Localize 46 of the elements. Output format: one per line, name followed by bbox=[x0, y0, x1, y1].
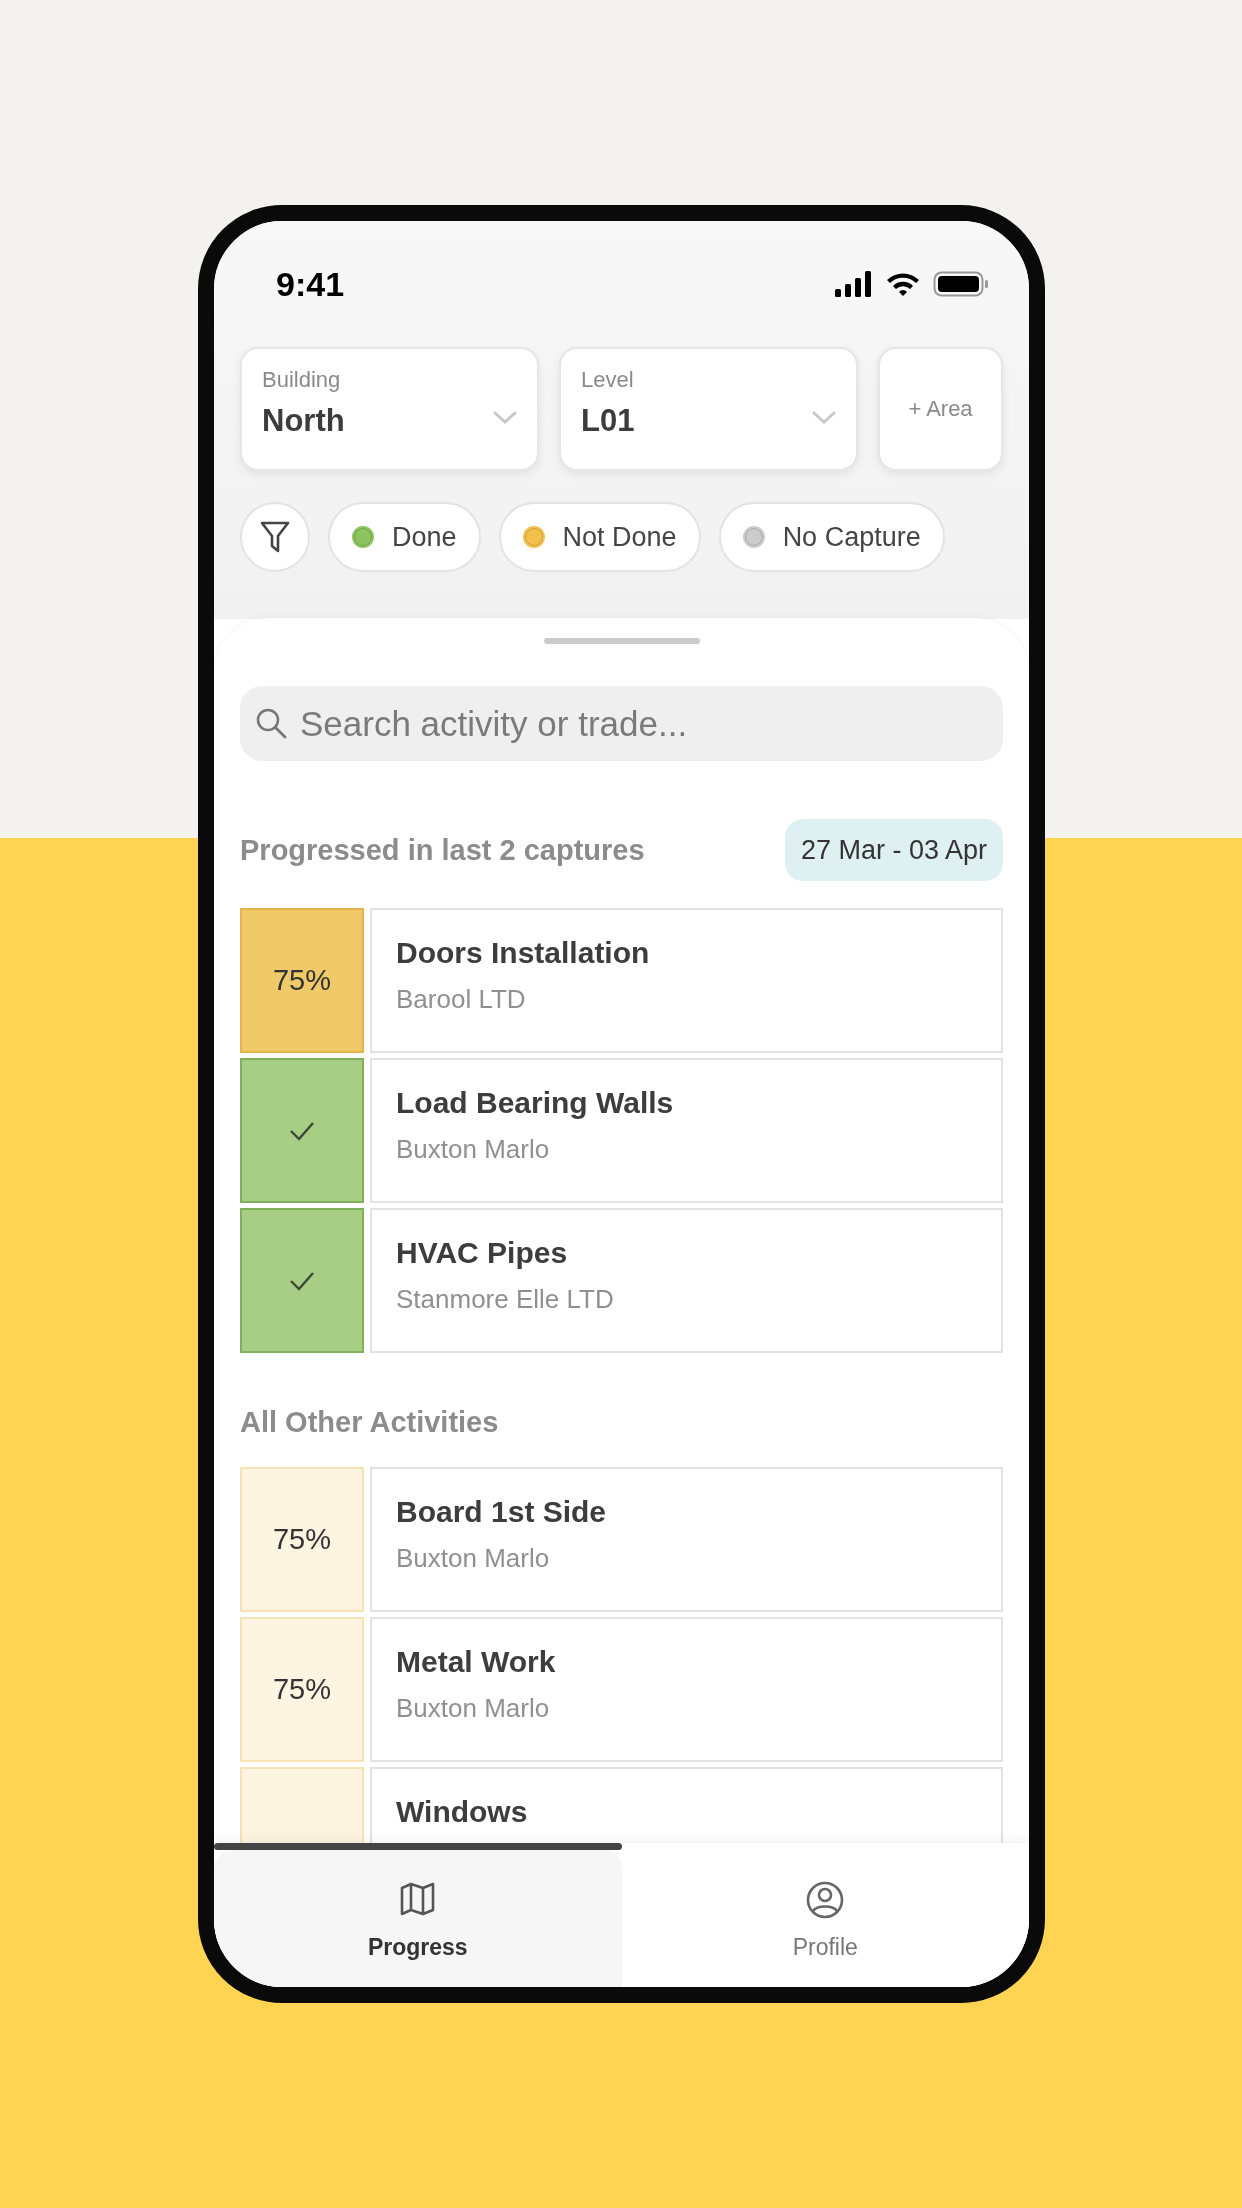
trade-name: Stanmore Elle LTD bbox=[396, 1284, 614, 1315]
battery-icon bbox=[933, 271, 989, 297]
checkmark-icon bbox=[289, 1270, 315, 1291]
level-dropdown[interactable]: Level L01 bbox=[559, 347, 858, 471]
activity-title: Windows bbox=[396, 1795, 528, 1829]
filter-icon bbox=[259, 520, 291, 554]
add-area-button[interactable]: + Area bbox=[878, 347, 1003, 471]
activity-title: Board 1st Side bbox=[396, 1495, 607, 1529]
percent-text: 75% bbox=[272, 964, 331, 997]
wifi-icon bbox=[885, 271, 921, 297]
activity-title: HVAC Pipes bbox=[396, 1236, 568, 1270]
building-dropdown[interactable]: Building North bbox=[240, 347, 539, 471]
activity-card[interactable]: Windows bbox=[370, 1767, 1003, 1843]
trade-name: Buxton Marlo bbox=[396, 1543, 550, 1574]
signal-icon bbox=[835, 271, 873, 297]
activity-title: Metal Work bbox=[396, 1645, 556, 1679]
activity-card[interactable]: HVAC Pipes Stanmore Elle LTD bbox=[370, 1208, 1003, 1353]
percent-text: 75% bbox=[272, 1673, 331, 1706]
checkmark-icon bbox=[289, 1120, 315, 1141]
trade-name: Buxton Marlo bbox=[396, 1693, 550, 1724]
trade-name: Barool LTD bbox=[396, 984, 526, 1015]
dropdown-label: Building bbox=[262, 367, 341, 393]
search-field[interactable]: Search activity or trade... bbox=[240, 686, 1003, 761]
chevron-down-icon bbox=[493, 411, 517, 425]
activity-title: Doors Installation bbox=[396, 936, 650, 970]
user-circle-icon bbox=[805, 1880, 846, 1920]
dropdown-label: Level bbox=[581, 367, 634, 393]
percent-text: 75% bbox=[272, 1523, 331, 1556]
legend-chip[interactable]: No Capture bbox=[718, 502, 945, 572]
section-heading: Progressed in last 2 captures bbox=[240, 833, 645, 867]
activity-card[interactable]: Load Bearing Walls Buxton Marlo bbox=[370, 1058, 1003, 1203]
activity-title: Load Bearing Walls bbox=[396, 1086, 674, 1120]
tab[interactable]: Progress bbox=[214, 1850, 622, 1987]
activity-card[interactable]: Board 1st Side Buxton Marlo bbox=[370, 1467, 1003, 1612]
section-heading: All Other Activities bbox=[240, 1405, 499, 1439]
date-range-badge: 27 Mar - 03 Apr bbox=[784, 819, 1003, 881]
trade-name: Buxton Marlo bbox=[396, 1134, 550, 1165]
drag-handle[interactable] bbox=[543, 638, 700, 644]
activity-card[interactable]: Doors Installation Barool LTD bbox=[370, 908, 1003, 1053]
legend-chip[interactable]: Not Done bbox=[498, 502, 701, 572]
dropdown-value: North bbox=[262, 403, 345, 439]
chevron-down-icon bbox=[812, 411, 836, 425]
legend-chip[interactable]: Done bbox=[328, 502, 481, 572]
activity-card[interactable]: Metal Work Buxton Marlo bbox=[370, 1617, 1003, 1762]
status-time: 9:41 bbox=[276, 264, 345, 304]
dropdown-value: L01 bbox=[581, 403, 635, 439]
